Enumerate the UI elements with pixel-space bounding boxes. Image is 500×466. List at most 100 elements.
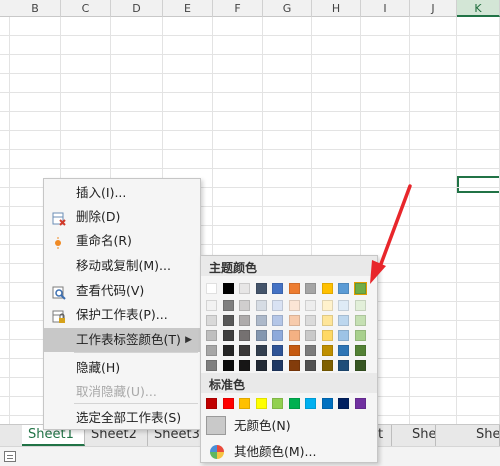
menu-item-6[interactable]: 保护工作表(P)... [44,303,200,327]
theme-color-swatch[interactable] [222,360,234,371]
theme-color-swatch[interactable] [321,283,333,294]
theme-color-swatch[interactable] [206,300,217,311]
theme-color-swatch[interactable] [272,283,283,294]
theme-color-swatch[interactable] [305,300,316,311]
theme-color-swatch[interactable] [239,300,250,311]
standard-color-swatch[interactable] [239,398,250,409]
row-gridline [0,73,500,74]
standard-color-swatch[interactable] [305,398,316,409]
theme-color-swatch[interactable] [321,315,333,326]
theme-color-swatch[interactable] [272,360,283,371]
theme-color-swatch[interactable] [239,345,250,356]
theme-color-swatch[interactable] [288,315,300,326]
column-header-g[interactable]: G [263,0,312,17]
theme-color-swatch[interactable] [338,330,349,341]
column-header-j[interactable]: J [410,0,457,17]
theme-color-swatch[interactable] [354,345,366,356]
theme-color-swatch[interactable] [255,315,267,326]
theme-color-swatch[interactable] [222,283,234,294]
menu-item-4[interactable]: 移动或复制(M)... [44,254,200,278]
theme-color-swatch[interactable] [206,283,217,294]
menu-item-10[interactable]: 选定全部工作表(S) [44,406,200,430]
sheet-tab-5[interactable]: She [406,425,436,446]
menu-item-7[interactable]: 工作表标签颜色(T) ▶ [44,328,200,352]
standard-color-swatch[interactable] [288,398,300,409]
theme-color-swatch[interactable] [206,360,217,371]
theme-color-swatch[interactable] [288,360,300,371]
theme-color-swatch[interactable] [338,345,349,356]
theme-color-swatch[interactable] [222,315,234,326]
column-header-b[interactable]: B [10,0,61,17]
theme-color-swatch[interactable] [288,330,300,341]
theme-color-swatch[interactable] [239,315,250,326]
standard-color-swatch[interactable] [321,398,333,409]
column-header-d[interactable]: D [111,0,163,17]
theme-color-swatch[interactable] [338,315,349,326]
sheet-tab-6[interactable]: Shee [470,425,500,446]
theme-color-swatch[interactable] [338,283,349,294]
theme-color-swatch[interactable] [239,360,250,371]
theme-color-swatch[interactable] [255,330,267,341]
theme-color-swatch[interactable] [206,315,217,326]
view-code-icon [52,284,66,300]
theme-color-swatch[interactable] [305,360,316,371]
theme-color-swatch[interactable] [255,300,267,311]
theme-color-swatch[interactable] [206,330,217,341]
column-header-e[interactable]: E [163,0,213,17]
column-header-i[interactable]: I [361,0,410,17]
standard-color-swatch[interactable] [222,398,234,409]
theme-color-swatch[interactable] [305,330,316,341]
theme-color-swatch[interactable] [206,345,217,356]
theme-color-swatch[interactable] [272,300,283,311]
theme-color-swatch[interactable] [239,283,250,294]
theme-color-swatch[interactable] [305,283,316,294]
theme-color-swatch[interactable] [338,360,349,371]
standard-color-swatch[interactable] [338,398,349,409]
theme-color-swatch[interactable] [239,330,250,341]
theme-color-swatch[interactable] [272,330,283,341]
column-header-f[interactable]: F [213,0,263,17]
theme-color-swatch[interactable] [288,345,300,356]
column-header-h[interactable]: H [312,0,361,17]
theme-color-swatch[interactable] [272,345,283,356]
column-header-k[interactable]: K [457,0,500,17]
standard-color-swatch[interactable] [206,398,217,409]
theme-color-swatch[interactable] [354,315,366,326]
row-gridline [0,130,500,131]
theme-color-swatch[interactable] [288,300,300,311]
column-header-c[interactable]: C [61,0,111,17]
theme-color-swatch[interactable] [354,330,366,341]
theme-color-swatch[interactable] [321,330,333,341]
theme-color-swatch[interactable] [321,360,333,371]
active-cell[interactable] [457,176,500,193]
no-color-option[interactable]: 无颜色(N) [201,414,377,438]
column-header-row: BCDEFGHIJK [0,0,500,17]
theme-color-swatch[interactable] [354,300,366,311]
theme-color-swatch[interactable] [354,360,366,371]
standard-color-swatch[interactable] [354,398,366,409]
theme-color-swatch[interactable] [321,345,333,356]
theme-color-swatch[interactable] [255,345,267,356]
theme-color-swatch[interactable] [288,283,300,294]
theme-color-swatch[interactable] [321,300,333,311]
sheet-tab-context-menu: 插入(I)... 删除(D) 重命名(R) 移动或复制(M)... 查看代码(V) 保护工… [43,178,201,430]
theme-color-swatch[interactable] [222,300,234,311]
theme-color-swatch[interactable] [222,345,234,356]
theme-color-swatch[interactable] [255,283,267,294]
standard-color-swatch[interactable] [272,398,283,409]
menu-item-label: 选定全部工作表(S) [76,410,182,425]
theme-color-swatch[interactable] [305,345,316,356]
theme-color-swatch[interactable] [255,360,267,371]
menu-item-1[interactable]: 插入(I)... [44,181,200,205]
theme-color-swatch[interactable] [222,330,234,341]
standard-color-swatch[interactable] [255,398,267,409]
theme-color-swatch[interactable] [305,315,316,326]
menu-item-5[interactable]: 查看代码(V) [44,279,200,303]
menu-item-8[interactable]: 隐藏(H) [44,356,200,380]
theme-color-swatch[interactable] [338,300,349,311]
menu-item-3[interactable]: 重命名(R) [44,229,200,253]
theme-color-swatch[interactable] [272,315,283,326]
menu-item-2[interactable]: 删除(D) [44,205,200,229]
more-colors-option[interactable]: 其他颜色(M)... [201,440,377,464]
sheet-view-icon[interactable] [4,451,16,462]
